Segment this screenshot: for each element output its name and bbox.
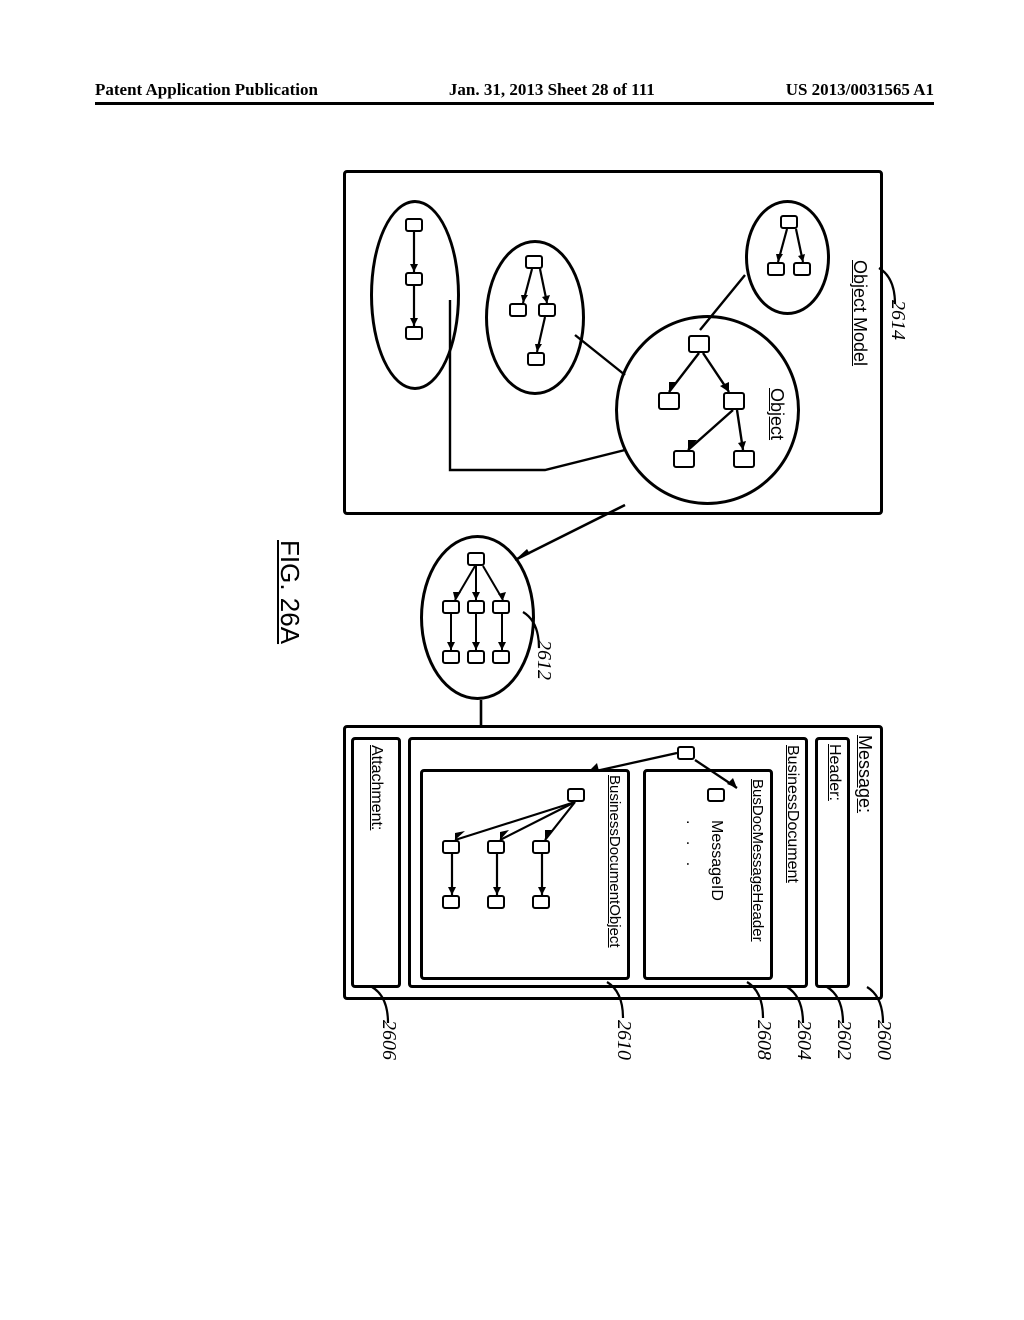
tree-node [442, 895, 460, 909]
tree-edge [703, 353, 729, 392]
tree-node [532, 840, 550, 854]
ref-2600: 2600 [872, 1020, 895, 1060]
tree-root-node [677, 746, 695, 760]
callout-tick [745, 980, 765, 1020]
busdoc-object-label: BusinessDocumentObject [606, 775, 623, 948]
ref-2610: 2610 [612, 1020, 635, 1060]
connector-line [450, 300, 625, 470]
tree-edge [795, 229, 805, 262]
header-docnumber: US 2013/0031565 A1 [786, 80, 934, 100]
object-label: Object [766, 388, 787, 440]
callout-tick [785, 985, 805, 1025]
tree-edge [499, 614, 505, 650]
tree-node [723, 392, 745, 410]
tree-edge [448, 614, 454, 650]
tree-node [492, 650, 510, 664]
header-label: Header: [825, 744, 843, 801]
tree-edge [521, 269, 533, 303]
attachment-label: Attachment: [367, 745, 385, 830]
tree-node [567, 788, 585, 802]
tree-node [442, 600, 460, 614]
header-rule [95, 102, 934, 105]
tree-edge [669, 353, 699, 392]
tree-node [780, 215, 798, 229]
figure-caption: FIG. 26A [274, 540, 305, 644]
tree-edge [695, 760, 737, 788]
object-model-label: Object Model [849, 260, 870, 366]
tree-node [442, 650, 460, 664]
tree-node [487, 895, 505, 909]
page-header: Patent Application Publication Jan. 31, … [95, 80, 934, 100]
tree-node [793, 262, 811, 276]
ref-2614: 2614 [886, 300, 909, 340]
tree-node [487, 840, 505, 854]
tree-edge [455, 802, 575, 840]
tree-node [405, 272, 423, 286]
tree-node [492, 600, 510, 614]
tree-node [467, 552, 485, 566]
tree-node [658, 392, 680, 410]
business-document-label: BusinessDocument [783, 745, 801, 883]
tree-node [467, 600, 485, 614]
callout-tick [825, 985, 845, 1025]
callout-tick [865, 985, 885, 1025]
tree-edge [493, 566, 505, 600]
tree-node [442, 840, 460, 854]
connector-line [700, 275, 745, 330]
flow-arrow [515, 505, 625, 560]
figure-26a: 2614 Object Model Object [75, 170, 905, 950]
tree-edge [735, 410, 745, 450]
ref-2604: 2604 [792, 1020, 815, 1060]
tree-edge [411, 286, 417, 326]
header-sheet: Jan. 31, 2013 Sheet 28 of 111 [449, 80, 655, 100]
tree-node [767, 262, 785, 276]
tree-node [532, 895, 550, 909]
tree-edge [455, 566, 475, 600]
messageid-label: MessageID [707, 820, 725, 901]
tree-edge [539, 269, 549, 303]
callout-tick [370, 985, 390, 1025]
ref-2606: 2606 [377, 1020, 400, 1060]
header-publication: Patent Application Publication [95, 80, 318, 100]
callout-tick [521, 610, 541, 650]
tree-edge [411, 232, 417, 272]
callout-tick [605, 980, 625, 1020]
tree-edge [494, 854, 500, 895]
callout-tick [877, 266, 897, 306]
ref-2608: 2608 [752, 1020, 775, 1060]
message-label: Message: [854, 735, 875, 813]
tree-node [405, 218, 423, 232]
tree-edge [473, 614, 479, 650]
tree-node [673, 450, 695, 468]
tree-node [405, 326, 423, 340]
tree-edge [449, 854, 455, 895]
tree-node [467, 650, 485, 664]
ellipsis: . . . [682, 820, 700, 872]
tree-edge [539, 854, 545, 895]
tree-edge [688, 410, 733, 450]
tree-edge [776, 229, 788, 262]
tree-node [688, 335, 710, 353]
tree-node [733, 450, 755, 468]
tree-node [525, 255, 543, 269]
busdoc-msgheader-label: BusDocMessageHeader [749, 779, 766, 942]
ref-2602: 2602 [832, 1020, 855, 1060]
tree-node [707, 788, 725, 802]
